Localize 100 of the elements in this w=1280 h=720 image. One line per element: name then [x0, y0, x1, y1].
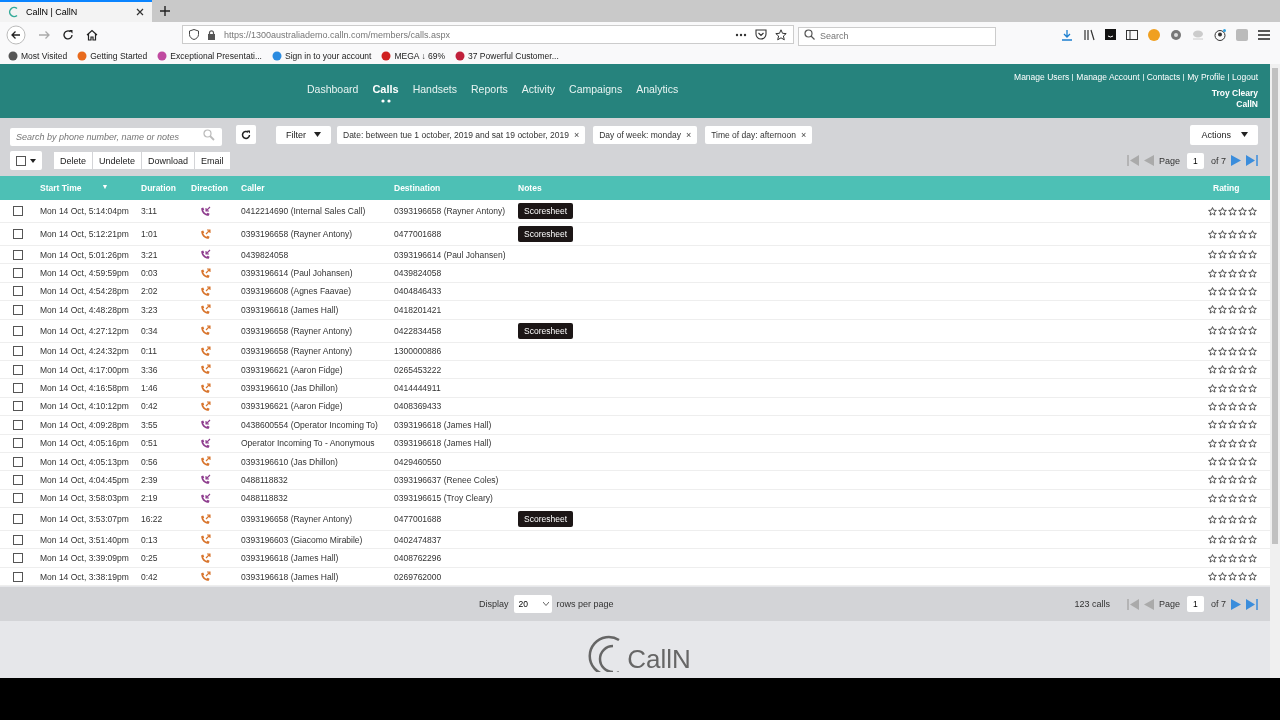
rows-per-page-dropdown[interactable]: 20	[513, 595, 552, 614]
checkbox[interactable]	[12, 325, 23, 336]
checkbox[interactable]	[12, 553, 23, 564]
table-cell-text: 0414444911	[393, 383, 442, 394]
download-icon[interactable]	[1061, 28, 1073, 41]
header-link[interactable]: Logout	[1232, 72, 1258, 82]
checkbox[interactable]	[12, 304, 23, 315]
table-cell-text: 2:02	[140, 286, 159, 297]
refresh-button[interactable]	[236, 125, 256, 144]
action-button[interactable]: Email	[195, 152, 230, 169]
remove-chip-button[interactable]: ×	[573, 129, 580, 140]
scrollbar[interactable]	[1270, 64, 1280, 678]
table-cell-text: Mon 14 Oct, 3:58:03pm	[39, 493, 130, 504]
star-icon[interactable]	[775, 28, 787, 41]
checkbox[interactable]	[12, 493, 23, 504]
close-icon[interactable]	[136, 8, 144, 16]
checkbox[interactable]	[12, 438, 23, 449]
checkbox[interactable]	[12, 249, 23, 260]
nav-tab[interactable]: Dashboard	[300, 83, 366, 96]
checkbox[interactable]	[12, 571, 23, 582]
scoresheet-button[interactable]: Scoresheet	[518, 226, 573, 242]
checkbox[interactable]	[12, 534, 23, 545]
bookmark[interactable]: Most Visited	[8, 50, 68, 61]
remove-chip-button[interactable]: ×	[685, 129, 692, 140]
checkbox[interactable]	[16, 155, 26, 166]
chip-label: Day of week: monday	[599, 129, 681, 140]
search-icon	[804, 29, 815, 40]
header-link[interactable]: My Profile	[1187, 72, 1225, 82]
search-field[interactable]: Search	[798, 26, 996, 46]
filter-button[interactable]: Filter	[276, 125, 331, 144]
table-cell-text: 0408369433	[393, 401, 443, 412]
home-icon[interactable]	[86, 28, 98, 41]
checkbox[interactable]	[12, 229, 23, 239]
table-cell-text: 0:03	[140, 268, 159, 279]
checkbox[interactable]	[12, 286, 23, 297]
extension-icon[interactable]	[1105, 29, 1116, 40]
search-field[interactable]: Search by phone number, name or notes	[10, 127, 222, 146]
url-text: https://1300australiademo.calln.com/members/calls.aspx	[224, 29, 452, 40]
table-cell-text: 0393196614 (Paul Johansen)	[393, 249, 507, 260]
back-icon[interactable]	[6, 24, 26, 45]
checkbox[interactable]	[12, 383, 23, 394]
browser-tab[interactable]: CallN | CallN	[0, 0, 152, 22]
nav-tab[interactable]: Handsets	[405, 83, 465, 96]
table-cell-text: Mon 14 Oct, 4:10:12pm	[39, 401, 130, 412]
nav-tab[interactable]: Activity	[514, 83, 563, 96]
header-link[interactable]: Contacts	[1146, 72, 1181, 82]
remove-chip-button[interactable]: ×	[800, 129, 807, 140]
pocket-icon[interactable]	[755, 29, 767, 40]
table-cell-text: 0265453222	[393, 364, 443, 375]
bookmark[interactable]: MEGA ↓ 69%	[381, 50, 446, 61]
display-label: Display	[479, 599, 509, 610]
nav-tab[interactable]: Analytics	[629, 83, 686, 96]
table-cell-text: 0:13	[140, 534, 159, 545]
account-icon[interactable]	[1214, 28, 1226, 41]
bookmark-label: Most Visited	[21, 50, 68, 61]
nav-tab[interactable]: Calls	[365, 83, 406, 103]
scoresheet-button[interactable]: Scoresheet	[518, 203, 573, 219]
sidebar-icon[interactable]	[1126, 29, 1138, 40]
table-cell-text: Mon 14 Oct, 4:05:16pm	[39, 438, 130, 449]
scoresheet-button[interactable]: Scoresheet	[518, 322, 573, 339]
checkbox[interactable]	[12, 268, 23, 279]
checkbox[interactable]	[12, 364, 23, 375]
extension-icon[interactable]	[1170, 28, 1182, 41]
page-label: Page	[1158, 599, 1180, 610]
action-button[interactable]: Download	[142, 152, 195, 169]
checkbox[interactable]	[12, 514, 23, 525]
select-all-dropdown[interactable]	[10, 151, 42, 170]
menu-icon[interactable]	[1258, 29, 1270, 40]
page-count: of 7	[1211, 599, 1226, 610]
logo-icon	[8, 6, 20, 18]
checkbox[interactable]	[12, 419, 23, 430]
page-field[interactable]: 1	[1187, 596, 1204, 613]
scoresheet-button[interactable]: Scoresheet	[518, 511, 573, 528]
table-cell-text: 1300000886	[393, 346, 443, 357]
checkbox[interactable]	[12, 206, 23, 216]
table-cell-text: 0418201421	[393, 304, 443, 315]
table-cell-text: 1:46	[140, 383, 159, 394]
reload-icon[interactable]	[62, 28, 74, 41]
more-icon[interactable]	[735, 32, 747, 37]
user-name: Troy Cleary	[1211, 88, 1258, 99]
header-link[interactable]: Manage Account	[1076, 72, 1140, 82]
page-field[interactable]: 1	[1187, 152, 1204, 169]
new-tab-icon[interactable]	[160, 6, 170, 16]
checkbox[interactable]	[12, 346, 23, 357]
table-cell-text: Mon 14 Oct, 5:12:21pm	[39, 229, 130, 239]
checkbox[interactable]	[12, 456, 23, 467]
nav-tab[interactable]: Reports	[464, 83, 515, 96]
address-bar[interactable]: https://1300australiademo.calln.com/members/calls.aspx	[182, 25, 794, 44]
table-cell-text: 0393196621 (Aaron Fidge)	[240, 401, 344, 412]
nav-tab[interactable]: Campaigns	[562, 83, 630, 96]
checkbox[interactable]	[12, 475, 23, 485]
library-icon[interactable]	[1083, 28, 1095, 41]
bookmark[interactable]: Getting Started	[77, 50, 148, 61]
table-cell-text: 0393196610 (Jas Dhillon)	[240, 383, 339, 394]
action-button[interactable]: Delete	[54, 152, 92, 169]
table-cell-text: 0488118832	[240, 493, 289, 504]
action-button[interactable]: Undelete	[93, 152, 142, 169]
checkbox[interactable]	[12, 401, 23, 412]
header-link[interactable]: Manage Users	[1014, 72, 1070, 82]
actions-button[interactable]: Actions	[1190, 124, 1258, 145]
